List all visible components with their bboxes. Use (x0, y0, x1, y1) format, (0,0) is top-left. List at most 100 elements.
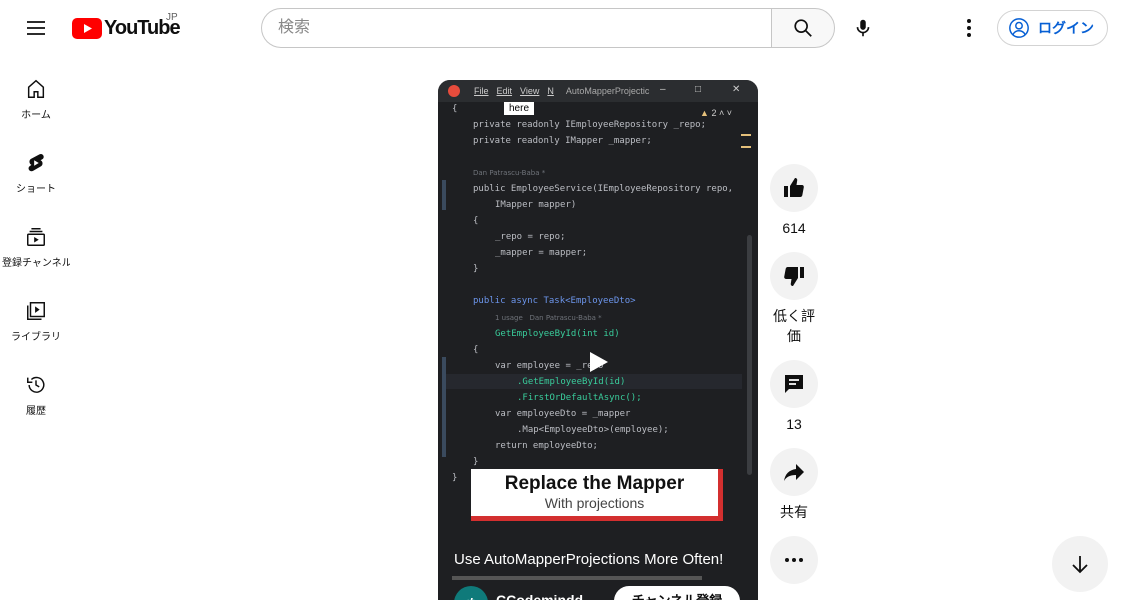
like-action: 614 (770, 164, 818, 238)
channel-bar: </> CCodemindd チャンネル登録 (452, 586, 752, 600)
error-stripe-marker (741, 134, 751, 136)
code-line: } (473, 264, 479, 274)
gutter-marker (442, 180, 446, 210)
subscribe-button[interactable]: チャンネル登録 (614, 586, 740, 600)
ide-menu-edit: Edit (496, 86, 513, 96)
ide-menu-view: View (520, 86, 540, 96)
comment-count: 13 (786, 416, 802, 432)
dislike-label: 低く評価 (773, 308, 815, 344)
code-line: IMapper mapper) (495, 200, 577, 210)
code-line: private readonly IMapper _mapper; (473, 136, 652, 146)
region-code: JP (166, 12, 178, 23)
code-usage-hint: 1 usage Dan Patrascu-Baba * (495, 314, 602, 322)
code-line: .Map<EmployeeDto>(employee); (517, 425, 669, 435)
ide-menu-file: File (474, 86, 489, 96)
sidebar-item-home[interactable]: ホーム (0, 56, 72, 130)
code-line: public EmployeeService(IEmployeeReposito… (473, 184, 734, 194)
ide-app-icon (448, 85, 460, 97)
ide-close-icon: ✕ (732, 84, 741, 95)
arrow-down-icon (1072, 556, 1088, 574)
comment-action: 13 (770, 360, 818, 434)
code-line: GetEmployeeById(int id) (495, 329, 620, 339)
share-action: 共有 (770, 448, 818, 522)
gutter-marker (442, 357, 446, 457)
error-stripe-marker (741, 146, 751, 148)
microphone-icon (856, 19, 870, 37)
code-line: return employeeDto; (495, 441, 598, 451)
comment-icon (785, 375, 803, 393)
code-editor: { private readonly IEmployeeRepository _… (438, 102, 758, 492)
code-line: var employeeDto = _mapper (495, 409, 631, 419)
thumbs-down-icon (784, 267, 804, 286)
share-icon (784, 464, 804, 481)
ide-menu-navigate: N (547, 86, 554, 96)
subscriptions-icon (27, 228, 45, 246)
sidebar-item-label: ショート (16, 184, 56, 195)
search-input[interactable] (261, 8, 772, 48)
code-line: private readonly IEmployeeRepository _re… (473, 120, 706, 130)
code-line: { (473, 216, 479, 226)
dislike-action: 低く評価 (770, 252, 818, 346)
shorts-player[interactable]: File Edit View N AutoMapperProjectic – □… (438, 80, 758, 600)
share-button[interactable] (770, 448, 818, 496)
code-line: { (473, 345, 479, 355)
code-author-hint: Dan Patrascu-Baba * (473, 169, 546, 177)
next-video-button[interactable] (1052, 536, 1108, 592)
thumbs-up-icon (784, 178, 804, 197)
sidebar-item-label: 履歴 (26, 406, 46, 417)
video-title[interactable]: Use AutoMapperProjections More Often! (454, 551, 723, 568)
ide-maximize-icon: □ (695, 84, 702, 95)
sidebar-item-label: ホーム (21, 110, 51, 121)
settings-more-button[interactable] (949, 8, 989, 48)
mini-guide: ホーム ショート 登録チャンネル ライブラリ 履歴 (0, 56, 72, 426)
code-line: _repo = repo; (495, 232, 566, 242)
more-actions-button[interactable] (770, 536, 818, 584)
code-line: { (452, 104, 458, 114)
code-line: } (452, 473, 458, 483)
sidebar-item-label: 登録チャンネル (2, 258, 70, 269)
login-button[interactable]: ログイン (997, 10, 1108, 46)
hamburger-menu-icon (27, 21, 45, 35)
sidebar-item-label: ライブラリ (11, 332, 61, 343)
guide-menu-button[interactable] (16, 8, 56, 48)
code-line: _mapper = mapper; (495, 248, 588, 258)
banner-subtitle: With projections (544, 495, 645, 511)
code-line: public async Task<EmployeeDto> (473, 296, 636, 306)
comment-button[interactable] (770, 360, 818, 408)
youtube-play-logo-icon (72, 18, 102, 39)
code-line: .GetEmployeeById(id) (517, 377, 626, 387)
more-actions (770, 536, 818, 584)
play-button[interactable] (588, 350, 610, 374)
ide-minimize-icon: – (660, 84, 666, 95)
masthead: YouTube JP ログイン (0, 0, 1124, 56)
library-icon (27, 302, 45, 320)
account-circle-icon (1009, 18, 1029, 38)
banner-title: Replace the Mapper (504, 473, 685, 494)
dislike-button[interactable] (770, 252, 818, 300)
voice-search-button[interactable] (843, 8, 883, 48)
more-vertical-icon (967, 19, 971, 37)
search-button[interactable] (771, 8, 835, 48)
video-progress-bar[interactable] (452, 576, 702, 580)
code-line: .FirstOrDefaultAsync(); (517, 393, 642, 403)
search-icon (794, 19, 812, 37)
like-count: 614 (782, 220, 806, 236)
share-label: 共有 (780, 504, 808, 520)
code-line: } (473, 457, 479, 467)
login-label: ログイン (1038, 20, 1094, 36)
youtube-logo[interactable]: YouTube (72, 17, 181, 40)
ide-project-name: AutoMapperProjectic (565, 86, 650, 96)
play-icon (590, 352, 608, 372)
ide-scrollbar (747, 235, 752, 475)
like-button[interactable] (770, 164, 818, 212)
history-icon (27, 376, 45, 393)
sidebar-item-shorts[interactable]: ショート (0, 130, 72, 204)
channel-name[interactable]: CCodemindd (496, 592, 583, 600)
sidebar-item-subscriptions[interactable]: 登録チャンネル (0, 204, 72, 278)
ide-title-bar: File Edit View N AutoMapperProjectic – □… (438, 80, 758, 102)
sidebar-item-library[interactable]: ライブラリ (0, 278, 72, 352)
shorts-icon (28, 153, 44, 172)
channel-avatar[interactable]: </> (454, 586, 488, 600)
more-horizontal-icon (785, 558, 803, 562)
sidebar-item-history[interactable]: 履歴 (0, 352, 72, 426)
